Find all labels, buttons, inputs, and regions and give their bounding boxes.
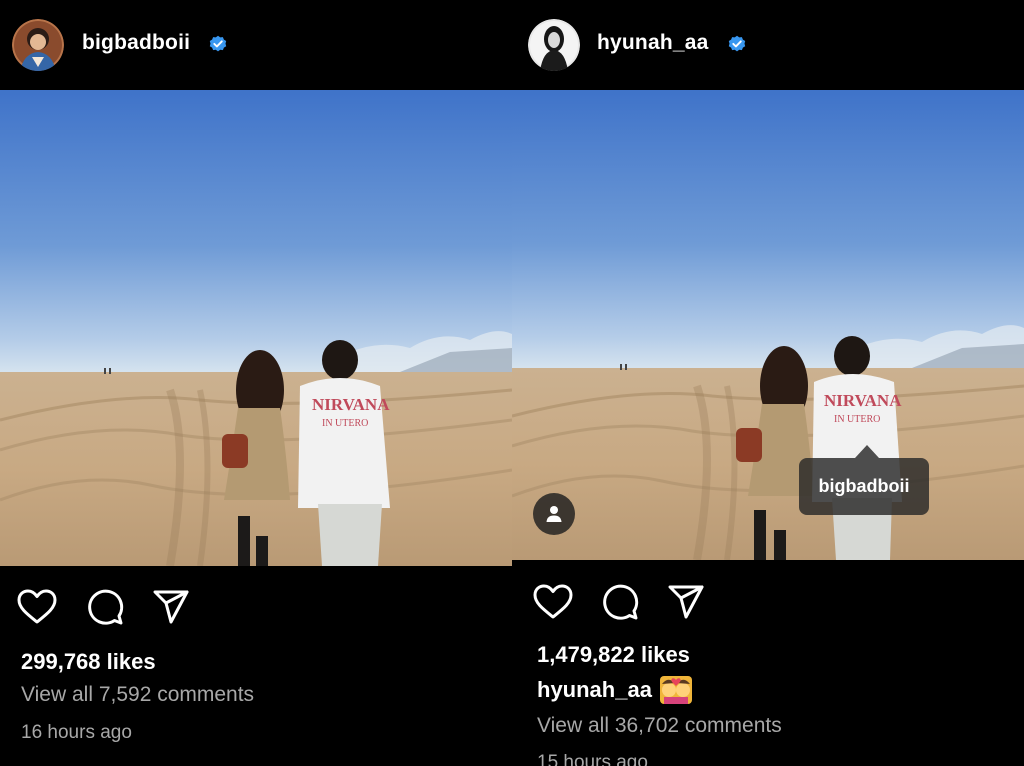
view-comments-link[interactable]: View all 36,702 comments — [537, 714, 782, 738]
svg-text:IN UTERO: IN UTERO — [834, 414, 880, 425]
share-button[interactable] — [666, 580, 706, 624]
post-header: bigbadboii — [0, 0, 512, 90]
post-left: bigbadboii NIRVANA IN UTERO 299,768 like… — [0, 0, 512, 766]
like-button[interactable] — [17, 585, 57, 629]
paper-plane-icon — [153, 590, 189, 624]
verified-badge-icon — [728, 35, 746, 52]
avatar[interactable] — [528, 19, 580, 71]
post-right: hyunah_aa NIRVANA IN UTERO bigbadboii 1,… — [512, 0, 1024, 766]
likes-count[interactable]: 299,768 likes — [21, 649, 156, 675]
avatar-image — [12, 19, 64, 71]
post-timestamp: 15 hours ago — [537, 752, 648, 766]
post-timestamp: 16 hours ago — [21, 722, 132, 743]
person-icon — [546, 506, 562, 522]
username[interactable]: bigbadboii — [82, 31, 190, 55]
comment-button[interactable] — [85, 585, 125, 629]
svg-text:NIRVANA: NIRVANA — [312, 395, 390, 414]
heart-outline-icon — [533, 584, 573, 619]
tagged-users-button[interactable] — [533, 493, 575, 535]
couple-with-heart-emoji — [659, 676, 692, 704]
like-button[interactable] — [533, 580, 573, 624]
avatar-image — [528, 19, 580, 71]
tag-pointer — [855, 445, 879, 458]
post-photo[interactable]: NIRVANA IN UTERO — [0, 90, 512, 566]
beach-photo: NIRVANA IN UTERO — [512, 90, 1024, 560]
verified-badge-icon — [209, 35, 227, 52]
caption: hyunah_aa — [537, 676, 692, 704]
paper-plane-icon — [668, 585, 704, 619]
share-button[interactable] — [151, 585, 191, 629]
post-actions — [512, 580, 1024, 624]
svg-text:NIRVANA: NIRVANA — [824, 391, 902, 410]
comment-bubble-icon — [88, 589, 124, 625]
user-tag-bubble[interactable]: bigbadboii — [799, 458, 929, 515]
heart-outline-icon — [17, 589, 57, 624]
caption-username[interactable]: hyunah_aa — [537, 677, 652, 703]
post-header: hyunah_aa — [512, 0, 1024, 90]
view-comments-link[interactable]: View all 7,592 comments — [21, 683, 254, 707]
beach-photo: NIRVANA IN UTERO — [0, 90, 512, 566]
comment-bubble-icon — [603, 584, 639, 620]
svg-text:IN UTERO: IN UTERO — [322, 418, 368, 429]
comment-button[interactable] — [600, 580, 640, 624]
post-actions — [0, 585, 512, 629]
username[interactable]: hyunah_aa — [597, 31, 709, 55]
post-photo[interactable]: NIRVANA IN UTERO bigbadboii — [512, 90, 1024, 560]
avatar[interactable] — [12, 19, 64, 71]
likes-count[interactable]: 1,479,822 likes — [537, 642, 690, 668]
